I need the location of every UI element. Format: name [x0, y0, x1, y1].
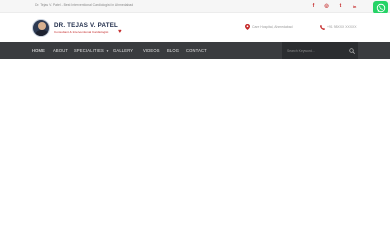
- nav-item-gallery[interactable]: GALLERY: [113, 42, 133, 59]
- nav-item-label: SPECIALITIES: [74, 48, 104, 53]
- doctor-avatar: [32, 19, 50, 37]
- map-pin-icon: [245, 24, 250, 30]
- nav-item-blog[interactable]: BLOG: [167, 42, 179, 59]
- nav-item-label: BLOG: [167, 48, 180, 53]
- nav-item-home[interactable]: HOME: [32, 42, 45, 59]
- address-text: Care Hospital, Ahmedabad: [252, 25, 293, 29]
- logo-text: DR. TEJAS V. PATEL Consultant & Interven…: [54, 22, 118, 34]
- logo-subtitle: Consultant & Interventional Cardiologist: [54, 30, 109, 34]
- twitter-link[interactable]: t: [336, 2, 345, 11]
- nav-item-label: HOME: [32, 48, 46, 53]
- main-content: [0, 59, 390, 240]
- search-box: [282, 42, 358, 59]
- twitter-icon: t: [339, 3, 342, 9]
- nav-item-specialities[interactable]: SPECIALITIES ▼: [74, 42, 109, 59]
- linkedin-icon: in: [352, 3, 357, 9]
- facebook-link[interactable]: f: [309, 2, 318, 11]
- instagram-link[interactable]: ◎: [322, 2, 331, 11]
- nav-item-label: ABOUT: [53, 48, 69, 53]
- nav-item-label: VIDEOS: [143, 48, 160, 53]
- chevron-down-icon: ▼: [105, 48, 110, 53]
- phone-block[interactable]: +91 98XXX XXXXX: [320, 24, 357, 30]
- top-bar: Dr. Tejas V. Patel - Best Interventional…: [0, 0, 390, 14]
- logo-name: DR. TEJAS V. PATEL: [54, 22, 118, 29]
- whatsapp-icon: [376, 3, 385, 12]
- phone-icon: [320, 24, 325, 30]
- nav-item-label: GALLERY: [113, 48, 134, 53]
- nav-item-about[interactable]: ABOUT: [53, 42, 68, 59]
- nav-item-videos[interactable]: VIDEOS: [143, 42, 160, 59]
- nav-item-label: CONTACT: [186, 48, 207, 53]
- search-icon: [348, 47, 355, 54]
- page: Dr. Tejas V. Patel - Best Interventional…: [0, 0, 390, 240]
- phone-text: +91 98XXX XXXXX: [327, 25, 357, 29]
- nav-item-contact[interactable]: CONTACT: [186, 42, 207, 59]
- heart-icon: ♥: [118, 29, 122, 35]
- facebook-icon: f: [312, 3, 315, 9]
- site-logo[interactable]: DR. TEJAS V. PATEL Consultant & Interven…: [32, 17, 122, 39]
- top-bar-text: Dr. Tejas V. Patel - Best Interventional…: [35, 3, 134, 7]
- linkedin-link[interactable]: in: [350, 2, 359, 11]
- instagram-icon: ◎: [324, 3, 329, 9]
- address-block: Care Hospital, Ahmedabad: [245, 24, 293, 30]
- search-input[interactable]: [287, 46, 343, 55]
- header: DR. TEJAS V. PATEL Consultant & Interven…: [0, 13, 390, 42]
- search-button[interactable]: [347, 46, 356, 55]
